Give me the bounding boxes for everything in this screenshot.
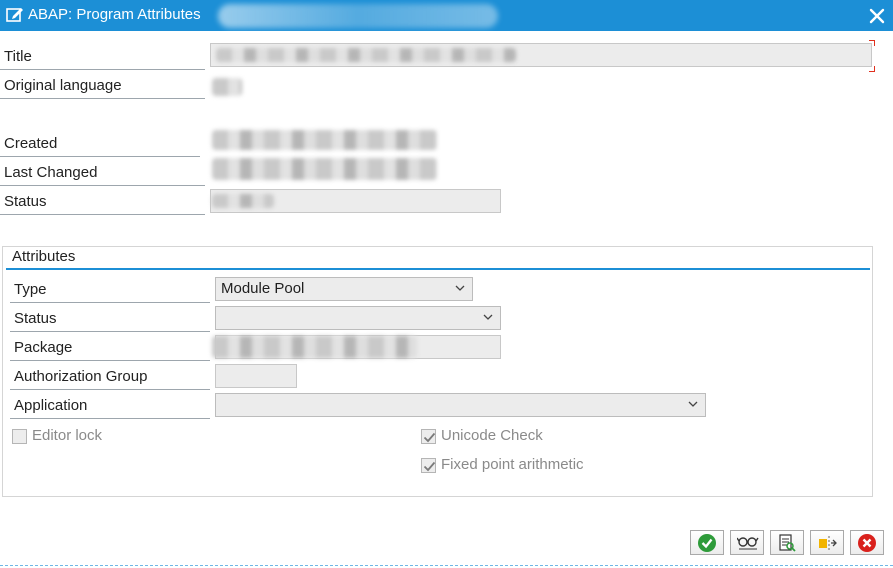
export-button[interactable] [810, 530, 844, 555]
field-corner-mark [869, 40, 875, 46]
fixed-point-label: Fixed point arithmetic [441, 456, 584, 473]
editor-lock-checkbox[interactable] [12, 429, 27, 444]
attributes-group-underline [6, 268, 870, 270]
type-dropdown[interactable]: Module Pool [215, 277, 473, 301]
redacted-language-value [212, 78, 242, 96]
redacted-package-value [212, 336, 417, 358]
unicode-check-checkbox[interactable] [421, 429, 436, 444]
application-dropdown[interactable] [215, 393, 706, 417]
last-changed-label: Last Changed [0, 160, 205, 186]
original-language-label: Original language [0, 73, 205, 99]
documentation-icon [779, 534, 796, 552]
title-label: Title [0, 44, 205, 70]
fixed-point-checkbox[interactable] [421, 458, 436, 473]
type-dropdown-value: Module Pool [221, 280, 305, 297]
cancel-icon [858, 534, 876, 552]
application-label: Application [10, 393, 210, 419]
authorization-group-label: Authorization Group [10, 364, 210, 390]
glasses-icon [737, 537, 759, 550]
attributes-status-label: Status [10, 306, 210, 332]
window-bottom-border [0, 565, 893, 567]
export-icon [819, 536, 837, 550]
unicode-check-label: Unicode Check [441, 427, 543, 444]
checkmark-icon [423, 461, 436, 472]
field-corner-mark [869, 66, 875, 72]
confirm-button[interactable] [690, 530, 724, 555]
close-icon[interactable] [867, 6, 887, 26]
type-label: Type [10, 277, 210, 303]
status-dropdown[interactable] [215, 306, 501, 330]
cancel-button[interactable] [850, 530, 884, 555]
display-object-list-button[interactable] [730, 530, 764, 555]
chevron-down-icon [688, 401, 698, 407]
redacted-status-value [212, 194, 274, 208]
chevron-down-icon [455, 285, 465, 291]
checkmark-icon [423, 432, 436, 443]
check-icon [698, 534, 716, 552]
attributes-group-title: Attributes [12, 248, 76, 265]
redacted-title-value [216, 48, 516, 62]
chevron-down-icon [483, 314, 493, 320]
redacted-last-changed-value [212, 158, 437, 180]
documentation-button[interactable] [770, 530, 804, 555]
window-titlebar: ABAP: Program Attributes [0, 0, 893, 31]
redacted-created-value [212, 130, 437, 150]
editor-lock-label: Editor lock [32, 427, 103, 444]
window-title: ABAP: Program Attributes [28, 6, 201, 23]
authorization-group-field[interactable] [215, 364, 297, 388]
redacted-title-suffix [218, 4, 498, 28]
package-label: Package [10, 335, 210, 361]
status-label: Status [0, 189, 205, 215]
edit-window-icon [6, 8, 23, 22]
created-label: Created [0, 131, 200, 157]
